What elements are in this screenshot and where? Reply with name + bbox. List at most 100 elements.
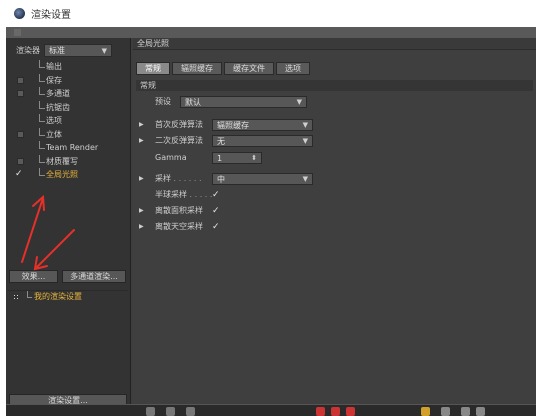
- keyframe-icon[interactable]: [316, 407, 325, 416]
- sampling-label-text: 采样: [155, 174, 171, 183]
- scale-icon[interactable]: [421, 407, 430, 416]
- preset-select[interactable]: 默认 ▼: [180, 96, 307, 108]
- label-dots: . . . . .: [189, 190, 213, 199]
- renderer-value: 标准: [49, 45, 65, 55]
- tree-connector: [39, 60, 45, 68]
- sampling-select[interactable]: 中 ▼: [212, 173, 313, 185]
- discrete-area-sampling-row: ▶ 离散面积采样: [136, 205, 336, 217]
- discrete-sky-sampling-label: 离散天空采样: [155, 222, 203, 231]
- effect-item-output[interactable]: 输出: [12, 60, 128, 74]
- renderer-select[interactable]: 标准 ▼: [44, 44, 112, 57]
- label-dots: . . . . . .: [173, 174, 202, 183]
- preset-label: 预设: [155, 97, 171, 106]
- tree-connector: [39, 154, 45, 163]
- tab-general[interactable]: 常规: [136, 62, 170, 75]
- autokey-icon[interactable]: [331, 407, 340, 416]
- chevron-down-icon: ▼: [101, 46, 107, 55]
- global-illumination-panel: 全局光照 常规 辐照缓存 缓存文件 选项 常规 预设 默认 ▼ ▶ 首次反弹算法…: [133, 38, 536, 416]
- hemi-label-text: 半球采样: [155, 190, 187, 199]
- hemispherical-sampling-checkbox[interactable]: ✓: [212, 191, 221, 200]
- effect-label: 立体: [46, 129, 62, 139]
- preset-value: 默认: [185, 97, 201, 107]
- discrete-sky-sampling-checkbox[interactable]: ✓: [212, 223, 221, 232]
- effect-item-team-render[interactable]: Team Render: [12, 141, 128, 155]
- layout-icon[interactable]: [476, 407, 485, 416]
- effect-button[interactable]: 效果...: [9, 270, 58, 283]
- effect-checkbox[interactable]: [17, 157, 24, 165]
- tree-connector: [39, 141, 45, 149]
- expand-arrow-icon[interactable]: ▶: [139, 205, 144, 217]
- tab-irradiance-cache[interactable]: 辐照缓存: [172, 62, 222, 75]
- gamma-stepper[interactable]: 1 ⬍: [212, 152, 262, 164]
- stepper-arrows-icon[interactable]: ⬍: [251, 153, 257, 164]
- panel-title: 全局光照: [133, 38, 536, 50]
- tree-connector: [39, 87, 45, 95]
- expand-arrow-icon[interactable]: ▶: [139, 135, 144, 147]
- effect-label: 多通道: [46, 89, 70, 98]
- step-icon[interactable]: [186, 407, 195, 416]
- multipass-render-button[interactable]: 多通道渲染...: [62, 270, 126, 283]
- chevron-down-icon: ▼: [302, 174, 308, 183]
- effect-label: 抗锯齿: [46, 102, 70, 112]
- tree-connector: [39, 100, 45, 109]
- effect-list: 输出 保存 多通道 抗锯齿 选项 立体 Team Render 材质覆写 ✓ 全…: [12, 60, 128, 182]
- secondary-method-label: 二次反弹算法: [155, 136, 203, 145]
- effect-label: 输出: [46, 62, 62, 71]
- render-settings-item[interactable]: 我的渲染设置: [8, 290, 128, 302]
- effect-label: 保存: [46, 75, 62, 85]
- chevron-down-icon: ▼: [302, 136, 308, 145]
- group-header-general: 常规: [136, 80, 533, 91]
- primary-method-select[interactable]: 辐照缓存 ▼: [212, 119, 313, 131]
- effect-item-options[interactable]: 选项: [12, 114, 128, 128]
- panel-tabs: 常规 辐照缓存 缓存文件 选项: [136, 62, 310, 75]
- tab-cache-file[interactable]: 缓存文件: [224, 62, 274, 75]
- sampling-label: 采样 . . . . . .: [155, 173, 202, 185]
- render-settings-window: 渲染器 标准 ▼ 输出 保存 多通道 抗锯齿 选项 立体 Team Render…: [6, 38, 536, 416]
- effect-checkbox[interactable]: [17, 130, 24, 138]
- gamma-value: 1: [217, 153, 223, 163]
- bottom-toolbar: [6, 404, 536, 416]
- hemispherical-sampling-row: 半球采样 . . . . .: [136, 189, 336, 201]
- record-icon[interactable]: [166, 407, 175, 416]
- effect-item-material-override[interactable]: 材质覆写: [12, 154, 128, 169]
- render-settings-item-label: 我的渲染设置: [34, 292, 82, 301]
- effect-checkbox[interactable]: [17, 90, 24, 97]
- tree-connector: [39, 73, 45, 82]
- discrete-area-sampling-checkbox[interactable]: ✓: [212, 207, 221, 216]
- window-titlebar: 渲染设置: [0, 0, 536, 27]
- secondary-method-value: 无: [217, 136, 225, 146]
- sampling-value: 中: [217, 174, 225, 184]
- effect-label: 全局光照: [46, 170, 78, 179]
- effects-panel: 渲染器 标准 ▼ 输出 保存 多通道 抗锯齿 选项 立体 Team Render…: [6, 38, 131, 408]
- effect-checkbox[interactable]: [17, 76, 24, 84]
- grid-icon[interactable]: [461, 407, 470, 416]
- discrete-sky-sampling-row: ▶ 离散天空采样: [136, 221, 336, 233]
- secondary-method-select[interactable]: 无 ▼: [212, 135, 313, 147]
- grip-icon[interactable]: [14, 29, 21, 36]
- effect-label: Team Render: [46, 143, 99, 152]
- settings-grid-icon: [13, 294, 19, 300]
- record-active-icon[interactable]: [346, 407, 355, 416]
- app-icon: [14, 8, 25, 19]
- hemispherical-sampling-label: 半球采样 . . . . .: [155, 189, 212, 201]
- effect-label: 材质覆写: [46, 156, 78, 166]
- effect-item-antialiasing[interactable]: 抗锯齿: [12, 100, 128, 115]
- top-strip: [6, 27, 536, 38]
- play-icon[interactable]: [146, 407, 155, 416]
- chevron-down-icon: ▼: [302, 120, 308, 129]
- expand-arrow-icon[interactable]: ▶: [139, 173, 144, 185]
- effect-item-save[interactable]: 保存: [12, 73, 128, 88]
- effect-item-global-illumination[interactable]: ✓ 全局光照: [12, 168, 128, 182]
- expand-arrow-icon[interactable]: ▶: [139, 119, 144, 131]
- tree-connector: [39, 127, 45, 136]
- renderer-row: 渲染器 标准 ▼: [16, 44, 112, 57]
- primary-method-label: 首次反弹算法: [155, 120, 203, 129]
- expand-arrow-icon[interactable]: ▶: [139, 221, 144, 233]
- gamma-label: Gamma: [155, 153, 187, 162]
- checkmark-icon[interactable]: ✓: [15, 168, 23, 179]
- tab-options[interactable]: 选项: [276, 62, 310, 75]
- effect-item-multipass[interactable]: 多通道: [12, 87, 128, 101]
- tree-connector: [27, 291, 32, 298]
- settings-icon[interactable]: [441, 407, 450, 416]
- effect-item-stereo[interactable]: 立体: [12, 127, 128, 142]
